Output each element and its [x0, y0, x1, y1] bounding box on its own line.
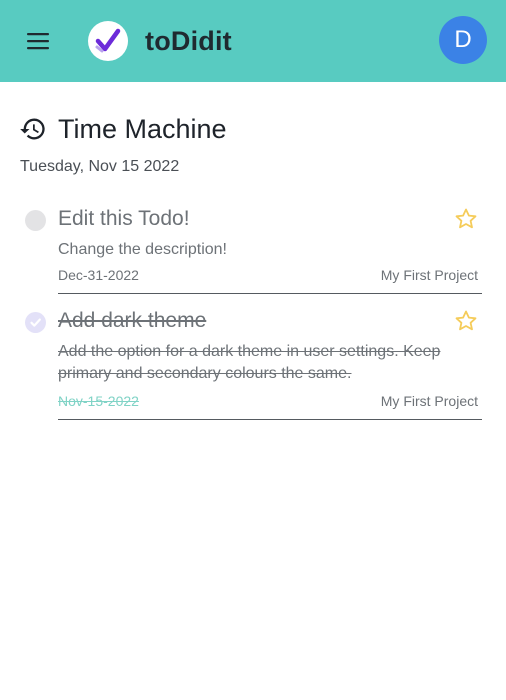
menu-icon[interactable] — [25, 30, 52, 52]
todo-due-date: Nov-15-2022 — [58, 393, 139, 409]
divider — [58, 293, 482, 294]
current-date: Tuesday, Nov 15 2022 — [20, 158, 180, 175]
app-logo-icon — [88, 21, 128, 61]
todo-project[interactable]: My First Project — [381, 267, 478, 283]
completion-circle-icon[interactable] — [25, 210, 46, 231]
todo-due-date: Dec-31-2022 — [58, 267, 139, 283]
todo-description: Add the option for a dark theme in user … — [58, 343, 441, 382]
history-icon — [19, 115, 47, 143]
page-title: Time Machine — [58, 114, 227, 144]
todo-title[interactable]: Add dark theme — [58, 309, 206, 333]
star-icon[interactable] — [454, 309, 478, 333]
app-header: toDidit D — [0, 0, 506, 82]
completed-check-icon[interactable] — [25, 312, 46, 333]
divider — [58, 419, 482, 420]
user-avatar[interactable]: D — [439, 16, 487, 64]
todo-project[interactable]: My First Project — [381, 393, 478, 409]
star-icon[interactable] — [454, 207, 478, 231]
todo-title[interactable]: Edit this Todo! — [58, 207, 190, 231]
app-title: toDidit — [145, 26, 232, 56]
todo-description: Change the description! — [58, 241, 227, 258]
